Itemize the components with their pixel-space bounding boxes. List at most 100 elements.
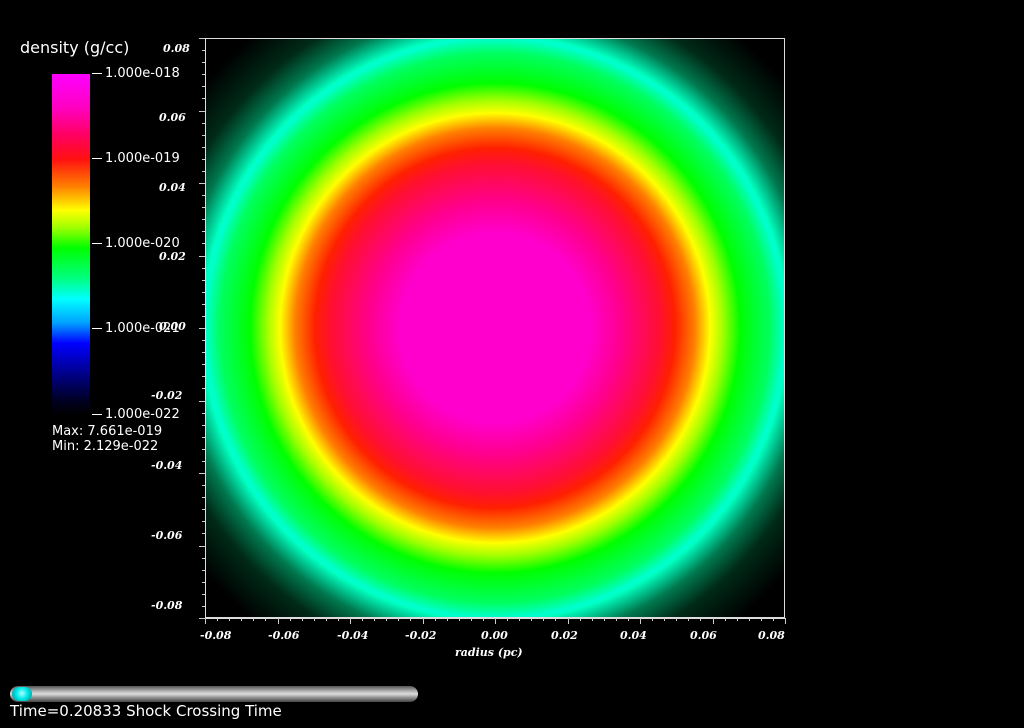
x-minor-tick: [580, 618, 581, 621]
y-minor-tick: [202, 485, 205, 486]
y-minor-tick: [202, 316, 205, 317]
y-minor-tick: [202, 304, 205, 305]
y-minor-tick: [202, 558, 205, 559]
y-minor-tick: [199, 401, 205, 402]
x-minor-tick: [205, 618, 206, 624]
y-minor-tick: [199, 111, 205, 112]
y-minor-tick: [202, 449, 205, 450]
y-minor-tick: [202, 582, 205, 583]
x-minor-tick: [568, 618, 569, 624]
y-minor-tick: [202, 340, 205, 341]
y-minor-tick: [202, 159, 205, 160]
y-minor-tick: [202, 231, 205, 232]
colorbar-label-1e-19: 1.000e-019: [92, 151, 180, 166]
colorbar-label-1e-22: 1.000e-022: [92, 407, 180, 422]
time-slider-track[interactable]: [10, 686, 418, 702]
x-minor-tick: [664, 618, 665, 621]
y-minor-tick: [202, 437, 205, 438]
y-minor-tick: [202, 50, 205, 51]
y-minor-tick: [202, 533, 205, 534]
x-minor-tick: [278, 618, 279, 624]
x-tick-label: 0.08: [758, 629, 785, 642]
x-minor-tick: [459, 618, 460, 621]
y-minor-tick: [202, 425, 205, 426]
x-minor-tick: [386, 618, 387, 621]
y-minor-tick: [202, 147, 205, 148]
x-minor-tick: [543, 618, 544, 621]
time-slider-handle[interactable]: [12, 687, 32, 701]
x-minor-tick: [314, 618, 315, 621]
x-minor-tick: [676, 618, 677, 621]
x-minor-tick: [217, 618, 218, 621]
y-minor-tick: [202, 280, 205, 281]
y-minor-tick: [202, 243, 205, 244]
x-tick-label: 0.00: [481, 629, 508, 642]
y-minor-tick: [199, 328, 205, 329]
y-tick-label: -0.08: [151, 599, 183, 612]
colorbar-label-1e-18: 1.000e-018: [92, 66, 180, 81]
y-minor-tick: [202, 570, 205, 571]
x-tick-label: -0.08: [200, 629, 232, 642]
x-minor-tick: [435, 618, 436, 621]
x-minor-tick: [471, 618, 472, 621]
x-tick-label: 0.04: [620, 629, 647, 642]
y-minor-tick: [202, 135, 205, 136]
y-tick-label: 0.04: [159, 181, 186, 194]
x-tick-label: -0.04: [337, 629, 369, 642]
x-minor-tick: [616, 618, 617, 621]
x-minor-tick: [338, 618, 339, 621]
y-tick-label: -0.02: [151, 389, 183, 402]
y-tick-label: 0.02: [159, 250, 186, 263]
y-minor-tick: [202, 376, 205, 377]
y-minor-tick: [199, 618, 205, 619]
y-minor-tick: [202, 123, 205, 124]
x-minor-tick: [555, 618, 556, 621]
x-minor-tick: [398, 618, 399, 621]
y-minor-tick: [202, 171, 205, 172]
x-minor-tick: [410, 618, 411, 621]
y-minor-tick: [202, 388, 205, 389]
x-minor-tick: [374, 618, 375, 621]
density-plot[interactable]: [205, 38, 785, 618]
x-minor-tick: [519, 618, 520, 621]
x-minor-tick: [495, 618, 496, 624]
y-minor-tick: [202, 74, 205, 75]
y-tick-label: 0.00: [159, 320, 186, 333]
x-minor-tick: [640, 618, 641, 624]
x-minor-tick: [700, 618, 701, 621]
y-tick-label: 0.08: [163, 42, 190, 55]
y-axis: [205, 38, 206, 618]
colorbar-label-1e-20: 1.000e-020: [92, 236, 180, 251]
x-tick-label: -0.02: [405, 629, 437, 642]
x-minor-tick: [773, 618, 774, 621]
y-minor-tick: [199, 256, 205, 257]
x-axis-label: radius (pc): [455, 646, 523, 659]
x-minor-tick: [725, 618, 726, 621]
x-minor-tick: [761, 618, 762, 621]
y-minor-tick: [202, 509, 205, 510]
y-minor-tick: [202, 521, 205, 522]
y-minor-tick: [202, 364, 205, 365]
x-minor-tick: [785, 618, 786, 624]
y-minor-tick: [199, 546, 205, 547]
x-tick-label: 0.06: [690, 629, 717, 642]
x-minor-tick: [229, 618, 230, 621]
x-minor-tick: [604, 618, 605, 621]
y-minor-tick: [202, 352, 205, 353]
x-minor-tick: [265, 618, 266, 621]
x-minor-tick: [688, 618, 689, 621]
y-minor-tick: [202, 98, 205, 99]
x-minor-tick: [737, 618, 738, 621]
y-minor-tick: [202, 207, 205, 208]
x-minor-tick: [423, 618, 424, 624]
x-minor-tick: [749, 618, 750, 621]
x-minor-tick: [628, 618, 629, 621]
min-value: Min: 2.129e-022: [52, 439, 159, 454]
x-tick-label: -0.06: [268, 629, 300, 642]
y-minor-tick: [202, 219, 205, 220]
y-tick-label: 0.06: [159, 111, 186, 124]
y-minor-tick: [202, 413, 205, 414]
x-minor-tick: [253, 618, 254, 621]
x-minor-tick: [326, 618, 327, 621]
x-minor-tick: [290, 618, 291, 621]
